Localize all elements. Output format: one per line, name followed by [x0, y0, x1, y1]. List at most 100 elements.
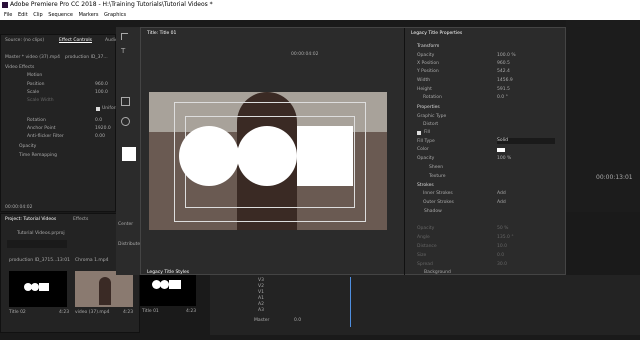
menu-file[interactable]: File — [4, 12, 12, 18]
thumb-shape-icon — [31, 283, 39, 291]
prop-label: Width — [417, 78, 431, 83]
program-timecode[interactable]: 00:00:13:01 — [596, 174, 633, 181]
prop-value[interactable]: 30.0 — [497, 262, 507, 267]
prop-value[interactable]: 0.0 ° — [497, 95, 508, 100]
motion-label[interactable]: Motion — [27, 73, 42, 78]
item-name: production ID_3715... — [9, 258, 58, 263]
prop-value[interactable]: 135.0 ° — [497, 235, 514, 240]
track-label: V3 — [258, 278, 264, 283]
opacity-label[interactable]: Opacity — [19, 144, 36, 149]
selection-tool-icon[interactable] — [121, 33, 128, 40]
prop-value[interactable]: 960.5 — [497, 61, 510, 66]
properties-section[interactable]: Properties — [417, 105, 440, 110]
menu-sequence[interactable]: Sequence — [48, 12, 73, 18]
properties-header: Legacy Title Properties — [411, 31, 463, 36]
thumbnail-title-02[interactable] — [9, 271, 67, 307]
prop-label: Outer Strokes — [423, 200, 454, 205]
tab-effects[interactable]: Effects — [73, 217, 88, 222]
prop-label: Y Position — [417, 69, 439, 74]
prop-label: Distort — [423, 122, 439, 127]
effect-timecode[interactable]: 00:00:04:02 — [5, 205, 32, 210]
fill-color-swatch[interactable] — [497, 148, 505, 152]
scale-value[interactable]: 100.0 — [95, 90, 108, 95]
prop-value[interactable]: 10.0 — [497, 244, 507, 249]
fill-type-select[interactable]: Solid — [497, 138, 555, 144]
project-search-input[interactable] — [7, 240, 67, 248]
fill-type-value: Solid — [497, 138, 508, 143]
window-title: Adobe Premiere Pro CC 2018 - H:\Training… — [10, 1, 213, 8]
transform-section[interactable]: Transform — [417, 44, 439, 49]
menu-graphics[interactable]: Graphics — [104, 12, 126, 18]
prop-label: Inner Strokes — [423, 191, 453, 196]
prop-value[interactable]: 591.5 — [497, 87, 510, 92]
rectangle-shape[interactable] — [297, 126, 353, 186]
item-name: Chroma 1.mp4 — [75, 258, 109, 263]
track-label: V2 — [258, 284, 264, 289]
item-duration: 4:23 — [186, 309, 197, 314]
scale-label: Scale — [27, 90, 40, 95]
position-value[interactable]: 960.0 — [95, 82, 108, 87]
add-outer-stroke[interactable]: Add — [497, 200, 506, 205]
person-icon — [99, 277, 111, 305]
track-label: A2 — [258, 302, 264, 307]
ellipse-tool-icon[interactable] — [121, 117, 130, 126]
title-dialog: Title: Title 01 00:00:04:02 Legacy Title… — [140, 27, 566, 276]
add-inner-stroke[interactable]: Add — [497, 191, 506, 196]
playhead[interactable] — [350, 277, 351, 327]
title-tab[interactable]: Title: Title 01 — [147, 31, 176, 36]
color-swatch[interactable] — [122, 147, 136, 161]
dialog-divider — [404, 28, 405, 276]
tab-project[interactable]: Project: Tutorial Videos — [5, 217, 56, 222]
anchor-value[interactable]: 1920.0 — [95, 126, 111, 131]
prop-label: Opacity — [417, 53, 435, 58]
rotation-label: Rotation — [27, 118, 46, 123]
rectangle-tool-icon[interactable] — [121, 97, 130, 106]
prop-value[interactable]: 50 % — [497, 226, 508, 231]
title-tools-panel: Center Distribute T — [116, 27, 141, 275]
menu-markers[interactable]: Markers — [79, 12, 99, 18]
prop-value[interactable]: 1456.9 — [497, 78, 513, 83]
title-styles-tab[interactable]: Legacy Title Styles — [147, 270, 189, 275]
item-name: Title 02 — [9, 310, 26, 315]
thumbnail-title-01[interactable] — [140, 270, 196, 306]
prop-value[interactable]: 0.0 — [497, 253, 504, 258]
sequence-clip[interactable]: production ID_37... — [65, 55, 108, 60]
menu-clip[interactable]: Clip — [33, 12, 42, 18]
prop-label: Opacity — [417, 156, 435, 161]
prop-value[interactable]: 100 % — [497, 156, 511, 161]
menu-bar: File Edit Clip Sequence Markers Graphics — [0, 10, 640, 20]
prop-value[interactable]: 542.4 — [497, 69, 510, 74]
prop-value[interactable]: 100.0 % — [497, 53, 516, 58]
master-clip[interactable]: Master * video (37).mp4 — [5, 55, 60, 60]
master-track-value[interactable]: 0.0 — [294, 318, 301, 323]
item-name: video (37).mp4 — [75, 310, 110, 315]
type-tool-icon[interactable]: T — [121, 47, 125, 55]
fill-checkbox[interactable] — [417, 131, 421, 135]
prop-label: Sheen — [429, 165, 444, 170]
status-bar — [0, 340, 640, 360]
prop-label: Opacity — [417, 226, 435, 231]
strokes-section[interactable]: Strokes — [417, 183, 434, 188]
track-label: A3 — [258, 308, 264, 313]
anchor-label: Anchor Point — [27, 126, 56, 131]
prop-label: Distance — [417, 244, 437, 249]
title-timecode[interactable]: 00:00:04:02 — [291, 52, 318, 57]
thumb-shape-icon — [169, 280, 181, 289]
track-label: V1 — [258, 290, 264, 295]
menu-edit[interactable]: Edit — [18, 12, 28, 18]
video-effects-label: Video Effects — [5, 65, 35, 70]
rotation-value[interactable]: 0.0 — [95, 118, 102, 123]
app-icon — [2, 2, 8, 8]
tab-effect-controls[interactable]: Effect Controls — [59, 38, 92, 43]
circle-shape-left[interactable] — [179, 126, 239, 186]
time-remap-label[interactable]: Time Remapping — [19, 153, 57, 158]
title-canvas[interactable] — [149, 92, 387, 230]
thumbnail-video-37[interactable] — [75, 271, 133, 307]
circle-shape-middle[interactable] — [237, 126, 297, 186]
uniform-checkbox[interactable] — [96, 107, 100, 111]
item-name: Title 01 — [142, 309, 159, 314]
prop-label: Shadow — [424, 209, 442, 214]
tab-source[interactable]: Source: (no clips) — [5, 38, 44, 43]
effect-controls-panel: Source: (no clips) Effect Controls Audio… — [0, 34, 120, 212]
anti-flicker-value[interactable]: 0.00 — [95, 134, 105, 139]
